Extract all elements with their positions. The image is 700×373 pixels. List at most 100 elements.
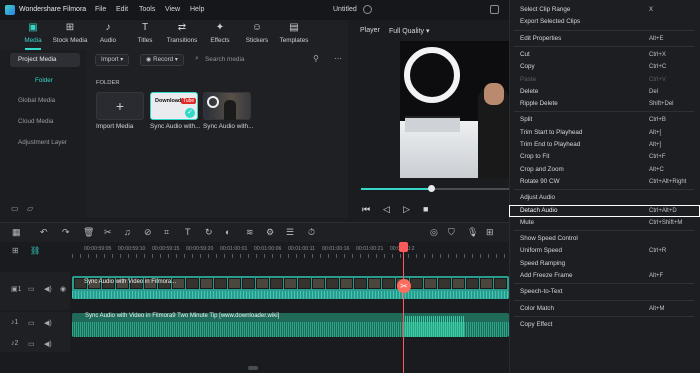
folder-icon[interactable]: ▱ <box>27 204 33 213</box>
record-button[interactable]: ◉ Record ▾ <box>140 54 184 66</box>
context-menu-item-copy-effect[interactable]: Copy Effect <box>509 319 700 331</box>
context-menu-item-ripple-delete[interactable]: Ripple Delete Shift+Del <box>509 98 700 110</box>
folder-icon[interactable]: ▭ <box>28 340 35 348</box>
stop-icon[interactable]: ■ <box>423 204 428 214</box>
speaker-icon[interactable]: ◀) <box>44 319 52 327</box>
delete-icon[interactable]: 🗑 <box>83 227 94 238</box>
menu-item-label: Paste <box>520 75 537 83</box>
context-menu-item-adjust-audio[interactable]: Adjust Audio <box>509 192 700 204</box>
menu-item-label: Adjust Audio <box>520 194 556 202</box>
play-icon[interactable]: ▷ <box>403 204 410 215</box>
layout-icon[interactable]: ▦ <box>12 227 21 238</box>
menu-help[interactable]: Help <box>190 6 204 13</box>
context-menu-item-trim-start-to-playhead[interactable]: Trim Start to Playhead Alt+[ <box>509 127 700 139</box>
add-track-icon[interactable]: ⊞ <box>486 227 494 238</box>
timeline-scrollbar[interactable] <box>248 366 258 370</box>
sidebar-item-global-media[interactable]: Global Media <box>10 94 80 108</box>
speed-icon[interactable]: ⏱ <box>308 227 315 238</box>
import-button[interactable]: Import ▾ <box>95 54 130 66</box>
render-icon[interactable]: ◎ <box>430 227 438 238</box>
color-icon[interactable]: ◐ <box>225 227 230 237</box>
media-thumbnail[interactable] <box>203 92 251 120</box>
adjust-icon[interactable]: ⚙ <box>266 227 274 238</box>
menu-tools[interactable]: Tools <box>139 6 155 13</box>
tab-templates[interactable]: ▤ Templates <box>274 22 314 44</box>
ruler-timecode: 00:01:00:06 <box>254 246 282 252</box>
tab-label: Transitions <box>166 37 198 44</box>
tab-stock-media[interactable]: ⊞ Stock Media <box>50 22 90 44</box>
rotate-icon[interactable]: ↻ <box>205 227 213 238</box>
tag-icon[interactable]: ⊘ <box>144 227 152 238</box>
tab-stickers[interactable]: ☺ Stickers <box>237 22 277 44</box>
player-label: Player <box>360 27 380 34</box>
import-media-tile[interactable]: + <box>96 92 144 120</box>
context-menu-item-speech-to-text[interactable]: Speech-to-Text <box>509 286 700 298</box>
undo-icon[interactable]: ↶ <box>40 227 48 238</box>
context-menu-item-split[interactable]: Split Ctrl+B <box>509 114 700 126</box>
tab-media[interactable]: ▣ Media <box>13 22 53 50</box>
filter-icon[interactable]: ⚲ <box>313 54 319 63</box>
context-menu-item-color-match[interactable]: Color Match Alt+M <box>509 303 700 315</box>
context-menu-item-add-freeze-frame[interactable]: Add Freeze Frame Alt+F <box>509 270 700 282</box>
add-track-icon[interactable]: ⊞ <box>12 246 19 255</box>
context-menu-item-rotate-90-cw[interactable]: Rotate 90 CW Ctrl+Alt+Right <box>509 176 700 188</box>
sliders-icon[interactable]: ☰ <box>286 227 294 238</box>
split-marker-icon[interactable]: ✂ <box>397 279 411 293</box>
context-menu-item-uniform-speed[interactable]: Uniform Speed Ctrl+R <box>509 245 700 257</box>
playhead-handle[interactable] <box>399 242 408 252</box>
quality-select[interactable]: Full Quality ▾ <box>389 27 429 35</box>
search-input[interactable]: Search media <box>205 56 244 63</box>
window-layout-icon[interactable] <box>490 5 499 14</box>
sidebar-item-adjustment-layer[interactable]: Adjustment Layer <box>10 136 80 150</box>
playhead[interactable] <box>403 242 404 373</box>
folder-icon[interactable]: ▭ <box>28 285 35 293</box>
crop-icon[interactable]: ⌗ <box>164 227 169 238</box>
sidebar-item-cloud-media[interactable]: Cloud Media <box>10 115 80 129</box>
mic-icon[interactable]: 🎙 <box>467 227 478 238</box>
new-folder-icon[interactable]: ▭ <box>11 204 19 213</box>
tab-label: Media <box>24 37 42 44</box>
track-header-video-1: ▣1 ▭ ◀) ◉ <box>0 272 70 310</box>
tab-effects[interactable]: ✦ Effects <box>200 22 240 44</box>
tab-titles[interactable]: T Titles <box>125 22 165 44</box>
clip-frame-thumbnail <box>452 278 465 289</box>
media-thumbnail-selected[interactable]: Download Tube ✓ <box>150 92 198 120</box>
context-menu-item-select-clip-range[interactable]: Select Clip Range X <box>509 4 700 16</box>
context-menu-item-detach-audio[interactable]: Detach Audio Ctrl+Alt+D <box>509 204 700 217</box>
text-icon[interactable]: T <box>185 227 191 237</box>
split-icon[interactable]: ✂ <box>104 227 112 238</box>
context-menu-item-speed-ramping[interactable]: Speed Ramping <box>509 258 700 270</box>
speaker-icon[interactable]: ◀) <box>44 340 52 348</box>
menu-item-label: Edit Properties <box>520 34 562 42</box>
context-menu-item-copy[interactable]: Copy Ctrl+C <box>509 61 700 73</box>
wave-icon[interactable]: ≋ <box>246 227 254 238</box>
redo-icon[interactable]: ↷ <box>62 227 70 238</box>
context-menu-item-mute[interactable]: Mute Ctrl+Shift+M <box>509 217 700 229</box>
more-icon[interactable]: ⋯ <box>334 54 342 63</box>
context-menu-item-edit-properties[interactable]: Edit Properties Alt+E <box>509 33 700 45</box>
speaker-icon[interactable]: ◀) <box>44 285 52 293</box>
folder-icon[interactable]: ▭ <box>28 319 35 327</box>
player-scrub-handle[interactable] <box>428 185 435 192</box>
frame-back-icon[interactable]: ◁ <box>383 204 390 215</box>
step-back-icon[interactable]: ⏮ <box>362 204 370 215</box>
shield-icon[interactable]: ⛉ <box>448 227 455 238</box>
menu-file[interactable]: File <box>95 6 106 13</box>
eye-icon[interactable]: ◉ <box>60 285 66 293</box>
sidebar-item-project-media[interactable]: Project Media <box>10 53 80 67</box>
menu-item-label: Detach Audio <box>520 206 558 214</box>
context-menu-item-delete[interactable]: Delete Del <box>509 86 700 98</box>
context-menu-item-crop-to-fit[interactable]: Crop to Fit Ctrl+F <box>509 151 700 163</box>
context-menu-item-trim-end-to-playhead[interactable]: Trim End to Playhead Alt+] <box>509 139 700 151</box>
context-menu-item-crop-and-zoom[interactable]: Crop and Zoom Alt+C <box>509 164 700 176</box>
sidebar-folder[interactable]: Folder <box>35 77 53 84</box>
context-menu-item-export-selected-clips[interactable]: Export Selected Clips <box>509 16 700 28</box>
music-icon[interactable]: ♫ <box>124 227 131 237</box>
tab-transitions[interactable]: ⇄ Transitions <box>162 22 202 44</box>
menu-edit[interactable]: Edit <box>116 6 128 13</box>
link-icon[interactable]: ⛓ <box>30 246 40 255</box>
menu-view[interactable]: View <box>165 6 180 13</box>
tab-audio[interactable]: ♪ Audio <box>88 22 128 44</box>
context-menu-item-cut[interactable]: Cut Ctrl+X <box>509 49 700 61</box>
context-menu-item-show-speed-control[interactable]: Show Speed Control <box>509 233 700 245</box>
